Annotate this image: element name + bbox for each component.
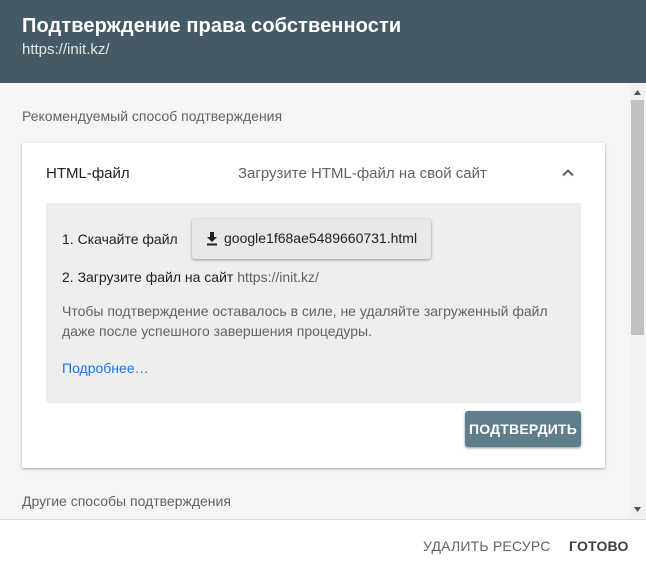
done-button[interactable]: ГОТОВО bbox=[569, 538, 629, 554]
recommended-method-label: Рекомендуемый способ подтверждения bbox=[22, 108, 283, 124]
dialog-content: Рекомендуемый способ подтверждения HTML-… bbox=[0, 83, 629, 519]
scroll-up-arrow-icon[interactable] bbox=[633, 88, 642, 97]
chevron-up-icon[interactable] bbox=[560, 165, 576, 181]
step-2-url: https://init.kz/ bbox=[237, 269, 319, 285]
scroll-down-arrow-icon[interactable] bbox=[633, 505, 642, 514]
confirm-button[interactable]: ПОДТВЕРДИТЬ bbox=[465, 411, 581, 447]
download-file-button[interactable]: google1f68ae5489660731.html bbox=[192, 219, 431, 259]
method-header[interactable]: HTML-файл Загрузите HTML-файл на свой са… bbox=[22, 143, 605, 203]
method-name: HTML-файл bbox=[46, 165, 130, 182]
method-description: Загрузите HTML-файл на свой сайт bbox=[238, 165, 487, 182]
property-url: https://init.kz/ bbox=[22, 41, 110, 58]
delete-property-button[interactable]: УДАЛИТЬ РЕСУРС bbox=[423, 538, 551, 554]
scrollbar[interactable] bbox=[629, 83, 646, 519]
step-2: 2. Загрузите файл на сайт https://init.k… bbox=[62, 269, 319, 285]
dialog-header: Подтверждение права собственности https:… bbox=[0, 0, 646, 83]
verification-method-card: HTML-файл Загрузите HTML-файл на свой са… bbox=[22, 143, 605, 468]
download-file-name: google1f68ae5489660731.html bbox=[224, 230, 418, 246]
dialog-footer: УДАЛИТЬ РЕСУРС ГОТОВО bbox=[0, 519, 646, 572]
step-1-label: 1. Скачайте файл bbox=[62, 231, 178, 247]
other-methods-label[interactable]: Другие способы подтверждения bbox=[22, 493, 231, 509]
instructions-panel: 1. Скачайте файл google1f68ae5489660731.… bbox=[46, 203, 581, 403]
scrollbar-thumb[interactable] bbox=[631, 100, 644, 335]
verification-note: Чтобы подтверждение оставалось в силе, н… bbox=[62, 303, 548, 339]
step-2-label: 2. Загрузите файл на сайт bbox=[62, 269, 234, 285]
learn-more-link[interactable]: Подробнее… bbox=[62, 360, 149, 376]
download-icon bbox=[207, 232, 217, 246]
dialog-title: Подтверждение права собственности bbox=[22, 15, 402, 37]
